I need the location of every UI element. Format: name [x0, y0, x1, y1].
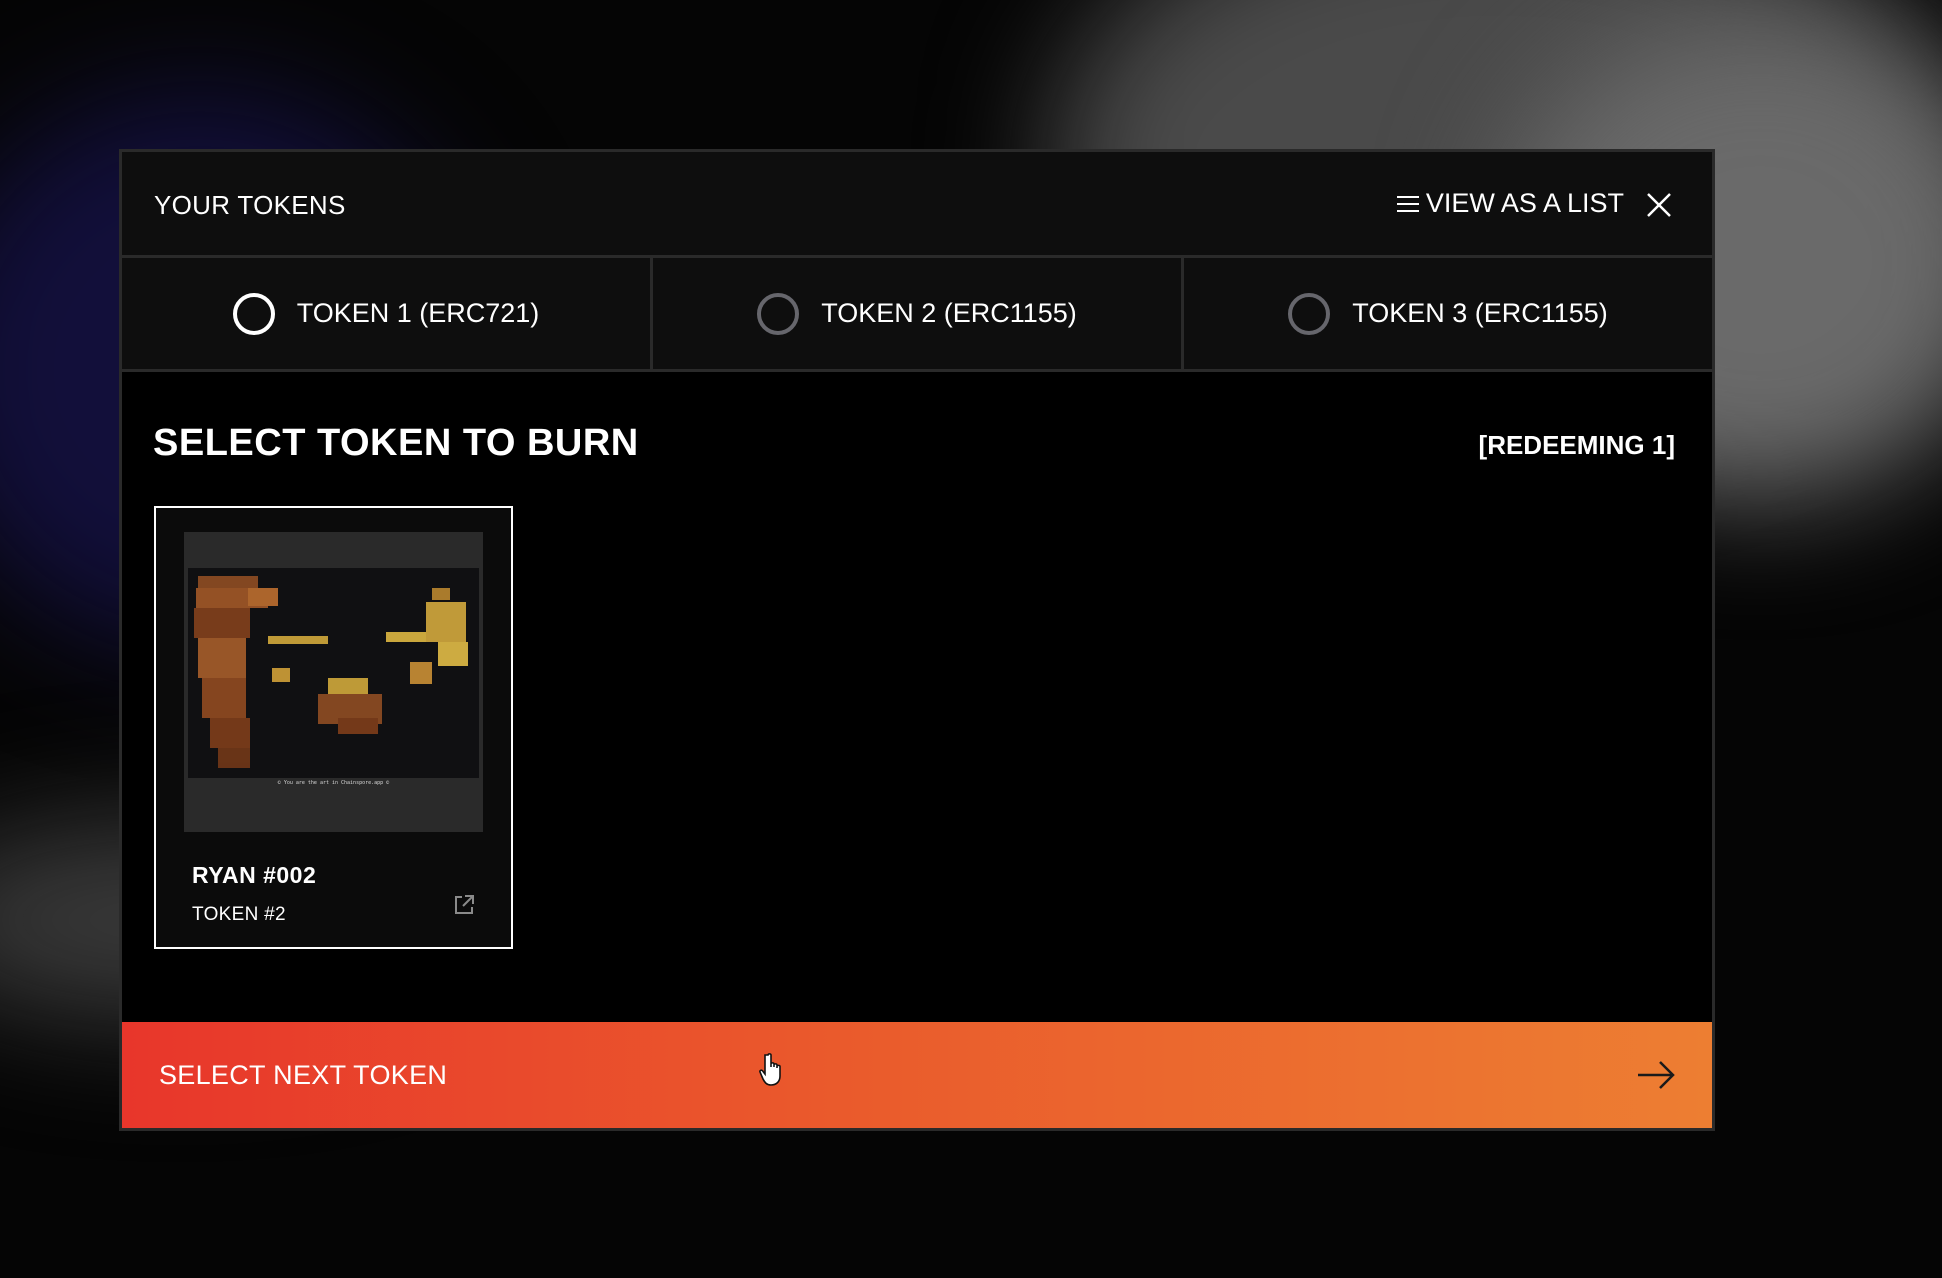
tokens-modal: YOUR TOKENS VIEW AS A LIST TOKEN 1 (ERC7…	[119, 149, 1715, 1131]
view-as-list-label: VIEW AS A LIST	[1425, 188, 1624, 218]
radio-icon	[757, 292, 800, 335]
arrow-right-icon	[1638, 1061, 1675, 1089]
token-id: TOKEN #2	[192, 904, 286, 925]
close-button[interactable]	[1644, 190, 1674, 220]
section-title: SELECT TOKEN TO BURN	[153, 422, 639, 464]
external-link-icon[interactable]	[452, 893, 476, 917]
token-image: © You are the art in Chainspore.app ©	[184, 532, 483, 832]
redeeming-count: [REDEEMING 1]	[1478, 430, 1675, 460]
token-card[interactable]: © You are the art in Chainspore.app © RY…	[154, 506, 513, 949]
tab-label: TOKEN 1 (ERC721)	[296, 298, 540, 328]
modal-title: YOUR TOKENS	[154, 190, 346, 220]
close-icon	[1647, 193, 1671, 217]
token-image-caption: © You are the art in Chainspore.app ©	[277, 780, 390, 786]
hand-pointer-cursor	[759, 1053, 781, 1086]
token-tabs: TOKEN 1 (ERC721) TOKEN 2 (ERC1155) TOKEN…	[122, 258, 1712, 372]
tab-label: TOKEN 3 (ERC1155)	[1352, 298, 1608, 328]
token-artwork	[188, 568, 479, 778]
tab-token-3[interactable]: TOKEN 3 (ERC1155)	[1184, 258, 1712, 369]
radio-icon	[232, 292, 275, 335]
list-icon	[1396, 195, 1419, 213]
token-name: RYAN #002	[192, 862, 317, 888]
view-as-list-button[interactable]: VIEW AS A LIST	[1396, 188, 1624, 219]
tab-token-1[interactable]: TOKEN 1 (ERC721)	[122, 258, 653, 369]
radio-icon	[1288, 292, 1331, 335]
tab-token-2[interactable]: TOKEN 2 (ERC1155)	[653, 258, 1184, 369]
select-next-token-label: SELECT NEXT TOKEN	[159, 1060, 448, 1090]
modal-header: YOUR TOKENS VIEW AS A LIST	[122, 152, 1712, 258]
select-next-token-button[interactable]: SELECT NEXT TOKEN	[122, 1022, 1712, 1128]
tab-label: TOKEN 2 (ERC1155)	[821, 298, 1077, 328]
